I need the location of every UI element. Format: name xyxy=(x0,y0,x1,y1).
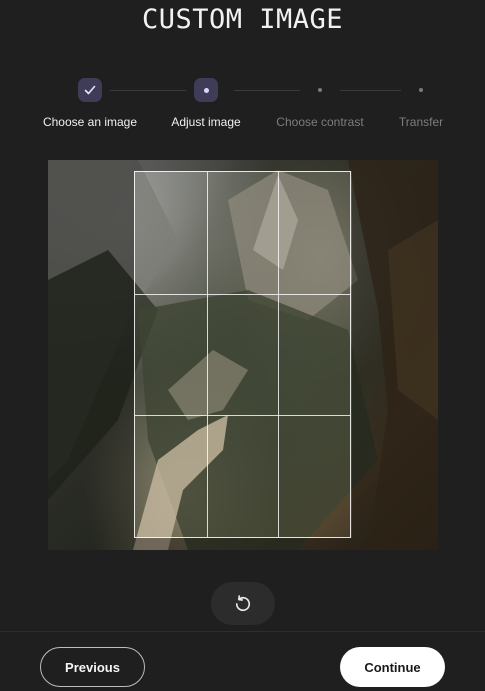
check-icon xyxy=(84,85,96,95)
step-connector xyxy=(340,90,401,91)
step-1-indicator[interactable] xyxy=(78,78,102,102)
step-label-transfer: Transfer xyxy=(398,115,444,129)
previous-button[interactable]: Previous xyxy=(40,647,145,687)
step-connector xyxy=(234,90,300,91)
page-title: CUSTOM IMAGE xyxy=(141,4,344,35)
step-connector xyxy=(110,90,186,91)
crop-grid-line xyxy=(207,172,208,537)
crop-grid-line xyxy=(135,294,350,295)
step-3-indicator xyxy=(318,88,322,92)
crop-frame[interactable] xyxy=(134,171,351,538)
active-dot-icon xyxy=(203,87,209,93)
crop-mask xyxy=(352,160,438,550)
crop-mask xyxy=(48,160,134,550)
stepper: Choose an image Adjust image Choose cont… xyxy=(0,78,485,138)
step-4-indicator xyxy=(419,88,423,92)
step-label-choose-image[interactable]: Choose an image xyxy=(43,115,137,129)
crop-grid-line xyxy=(278,172,279,537)
rotate-ccw-icon xyxy=(235,594,251,611)
step-label-adjust-image: Adjust image xyxy=(171,115,241,129)
step-label-choose-contrast: Choose contrast xyxy=(276,115,364,129)
continue-button[interactable]: Continue xyxy=(340,647,445,687)
footer-divider xyxy=(0,631,485,632)
step-2-indicator[interactable] xyxy=(194,78,218,102)
reset-rotation-button[interactable] xyxy=(211,582,275,625)
crop-grid-line xyxy=(135,415,350,416)
crop-mask xyxy=(134,538,352,550)
crop-mask xyxy=(134,160,352,171)
